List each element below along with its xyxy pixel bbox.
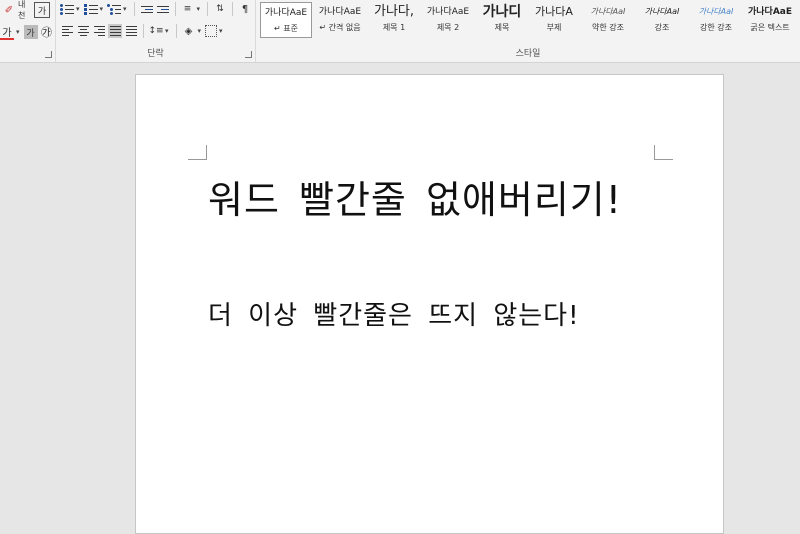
distributed-icon[interactable] [124, 24, 138, 38]
increase-indent-icon[interactable] [156, 2, 170, 16]
sort-icon[interactable]: ⇅ [213, 2, 227, 16]
line-spacing-icon[interactable]: ↕≡ [148, 24, 163, 38]
document-page[interactable]: 워드 빨간줄 없애버리기! 더 이상 빨간줄은 뜨지 않는다! [135, 74, 724, 534]
numbering-dropdown-icon[interactable]: ▾ [100, 5, 104, 13]
style-heading-1[interactable]: 가나다, 제목 1 [368, 2, 420, 38]
paragraph-group-label: 단락 [147, 49, 164, 59]
text-direction-dropdown-icon[interactable]: ▾ [197, 5, 201, 13]
style-heading-2[interactable]: 가나다AaE 제목 2 [422, 2, 474, 38]
shading-dropdown-icon[interactable]: ▾ [198, 27, 202, 35]
bullets-icon[interactable] [60, 3, 74, 15]
show-formatting-marks-icon[interactable]: ¶ [238, 2, 252, 16]
font-color-dropdown-icon[interactable]: ▾ [16, 28, 20, 36]
justify-icon[interactable] [108, 24, 122, 38]
style-title[interactable]: 가나디 제목 [476, 2, 528, 38]
align-left-icon[interactable] [60, 24, 74, 38]
font-dialog-launcher-icon[interactable] [45, 51, 52, 58]
document-heading[interactable]: 워드 빨간줄 없애버리기! [208, 169, 622, 224]
paragraph-dialog-launcher-icon[interactable] [245, 51, 252, 58]
margin-corner-top-left [188, 145, 207, 160]
align-center-icon[interactable] [76, 24, 90, 38]
multilevel-list-icon[interactable] [107, 3, 122, 15]
line-spacing-dropdown-icon[interactable]: ▾ [165, 27, 169, 35]
style-no-spacing[interactable]: 가나다AaE ↵ 간격 없음 [314, 2, 366, 38]
ribbon: ✐ 내천 가 가 ▾ 가 ㉮ ▾ ▾ ▾ ≡ ▾ ⇅ ¶ ↕≡ ▾ ◈ ▾ ▾ … [0, 0, 800, 63]
font-group: ✐ 내천 가 가 ▾ 가 ㉮ [0, 0, 56, 62]
styles-group: 가나다AaE ↵ 표준 가나다AaE ↵ 간격 없음 가나다, 제목 1 가나다… [256, 0, 800, 62]
document-body-text[interactable]: 더 이상 빨간줄은 뜨지 않는다! [208, 295, 580, 332]
styles-group-label: 스타일 [515, 49, 541, 59]
style-subtle-emphasis[interactable]: 가나다AaI 약한 강조 [582, 2, 634, 38]
borders-icon[interactable] [205, 25, 218, 37]
bullets-dropdown-icon[interactable]: ▾ [76, 5, 80, 13]
paragraph-group: ▾ ▾ ▾ ≡ ▾ ⇅ ¶ ↕≡ ▾ ◈ ▾ ▾ 단락 [56, 0, 256, 62]
shading-icon[interactable]: ◈ [182, 24, 196, 38]
borders-dropdown-icon[interactable]: ▾ [219, 27, 223, 35]
text-direction-icon[interactable]: ≡ [181, 2, 195, 16]
decrease-indent-icon[interactable] [140, 2, 154, 16]
style-strong[interactable]: 가나다AaE 굵은 텍스트 [744, 2, 796, 38]
style-normal[interactable]: 가나다AaE ↵ 표준 [260, 2, 312, 38]
multilevel-dropdown-icon[interactable]: ▾ [123, 5, 127, 13]
font-color-icon[interactable]: 가 [0, 24, 14, 40]
enclosed-character-icon[interactable]: 가 [34, 2, 50, 18]
character-shading-icon[interactable]: 가 [23, 25, 38, 39]
enclose-characters-icon[interactable]: ㉮ [40, 25, 54, 39]
phonetic-guide-icon[interactable]: 내천 [18, 0, 32, 20]
style-subtitle[interactable]: 가나다A 부제 [528, 2, 580, 38]
eraser-icon[interactable]: ✐ [2, 3, 16, 17]
align-right-icon[interactable] [92, 24, 106, 38]
style-intense-emphasis[interactable]: 가나다AaI 강한 강조 [690, 2, 742, 38]
style-emphasis[interactable]: 가나다AaI 강조 [636, 2, 688, 38]
numbering-icon[interactable] [83, 3, 98, 15]
margin-corner-top-right [654, 145, 673, 160]
